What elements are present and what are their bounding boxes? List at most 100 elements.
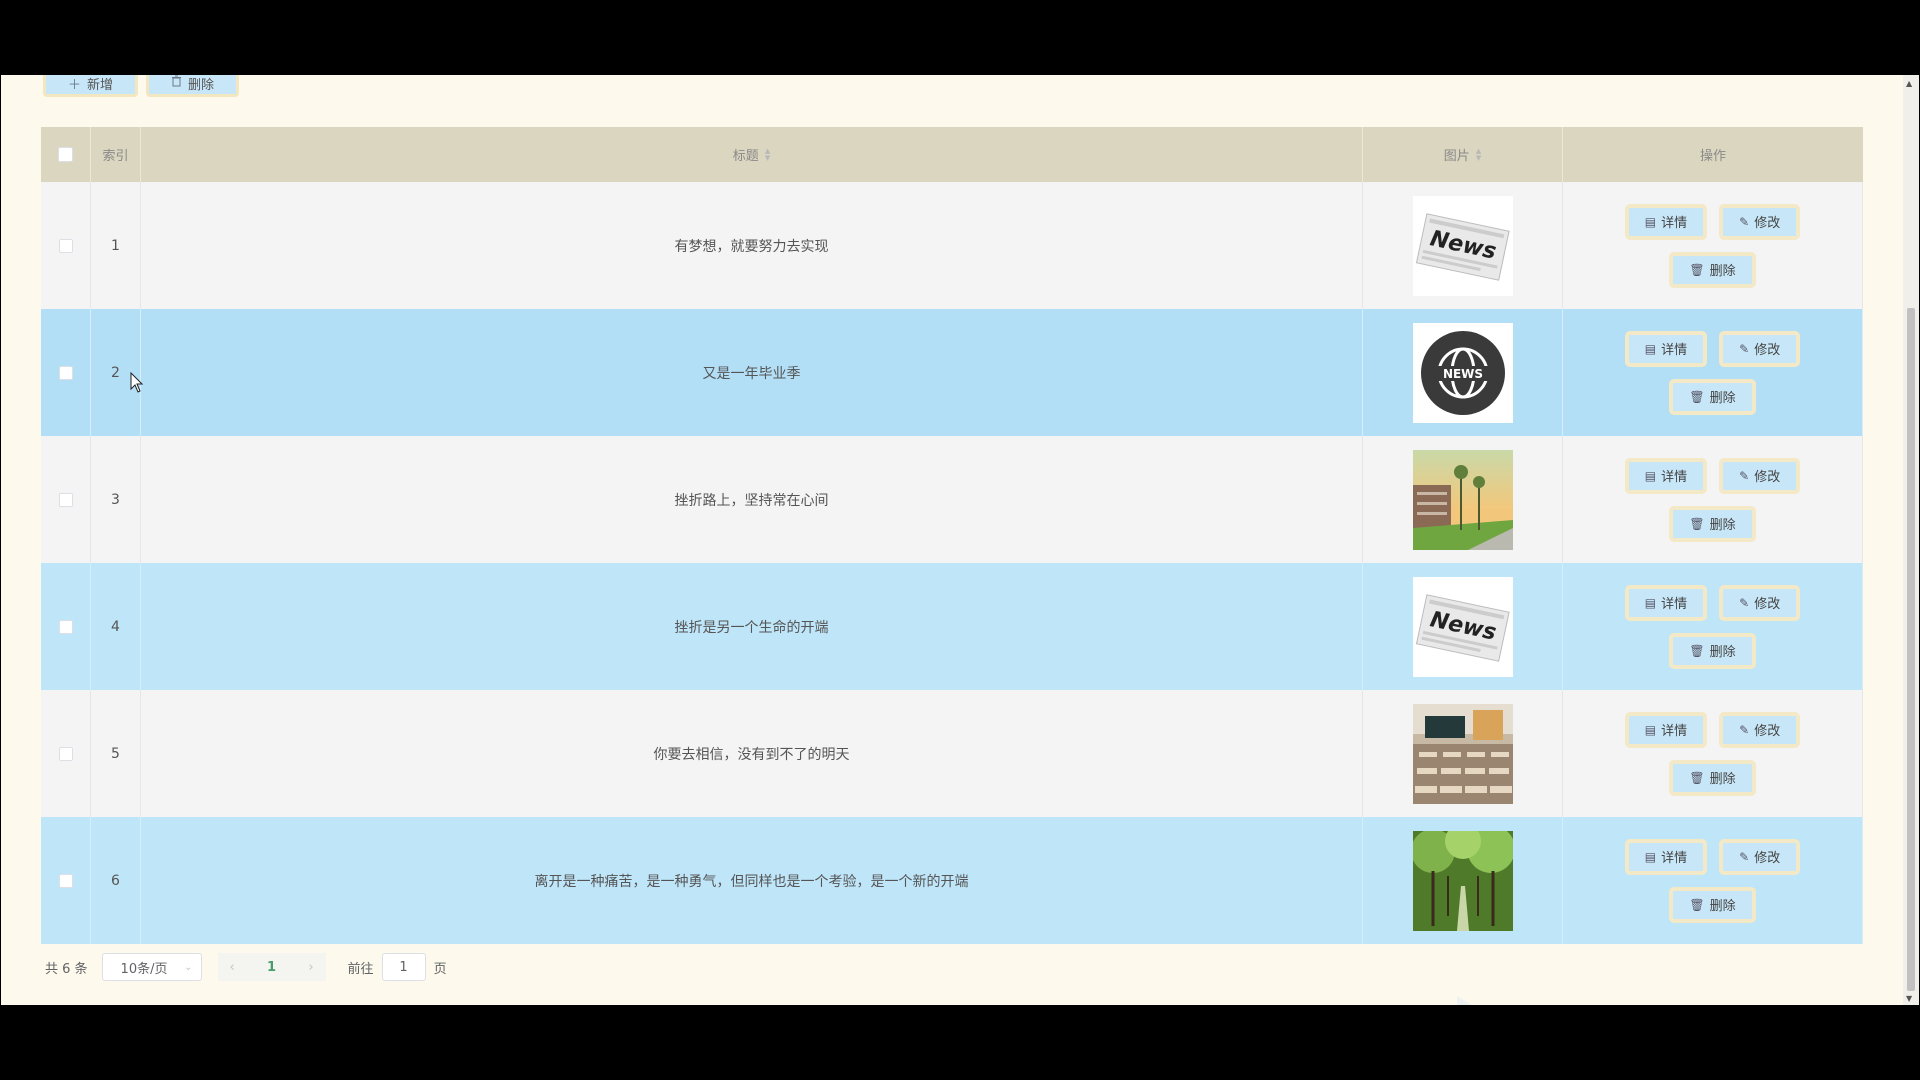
header-image[interactable]: 图片 ▲ ▼ xyxy=(1363,127,1563,182)
detail-button[interactable]: ▤ 详情 xyxy=(1624,711,1708,748)
edit-button[interactable]: ✎ 修改 xyxy=(1719,457,1801,494)
trash-icon: 🗑 xyxy=(1689,262,1705,277)
total-count: 共 6 条 xyxy=(45,961,88,977)
detail-label: 详情 xyxy=(1661,343,1688,358)
next-page-icon[interactable]: › xyxy=(308,960,313,975)
table-row: 5 你要去相信，没有到不了的明天 ▤ 详情 ✎ 修改 🗑 删除 xyxy=(41,690,1863,817)
watermark-text: eV剪辑 xyxy=(1557,987,1796,1005)
header-image-label: 图片 xyxy=(1443,149,1470,164)
select-all-cell xyxy=(41,127,91,182)
row-title: 又是一年毕业季 xyxy=(141,309,1363,436)
news-globe-image[interactable]: NEWS xyxy=(1412,322,1513,423)
document-icon: ▤ xyxy=(1644,341,1657,356)
delete-button[interactable]: 🗑 删除 xyxy=(1669,378,1756,415)
row-checkbox[interactable] xyxy=(58,746,73,761)
table-row: 6 离开是一种痛苦，是一种勇气，但同样也是一个考验，是一个新的开端 ▤ 详情 ✎… xyxy=(41,817,1863,944)
goto-prefix: 前往 xyxy=(347,961,374,977)
pencil-icon: ✎ xyxy=(1739,722,1750,737)
table-row: 3 挫折路上，坚持常在心间 ▤ 详情 ✎ 修改 🗑 删除 xyxy=(41,436,1863,563)
header-actions: 操作 xyxy=(1699,149,1726,164)
delete-button[interactable]: 🗑 删除 xyxy=(1669,632,1756,669)
row-image-cell: News xyxy=(1363,182,1563,309)
svg-text:NEWS: NEWS xyxy=(1442,367,1482,381)
page-size-select[interactable]: 10条/页 ⌄ xyxy=(101,953,202,981)
news-paper-image[interactable]: News xyxy=(1412,576,1513,677)
video-watermark: eV剪辑 xyxy=(1453,987,1796,1005)
header-index: 索引 xyxy=(91,127,141,182)
row-image-cell: News xyxy=(1363,563,1563,690)
row-checkbox[interactable] xyxy=(58,873,73,888)
scrollbar-thumb[interactable] xyxy=(1907,308,1915,991)
detail-button[interactable]: ▤ 详情 xyxy=(1624,838,1708,875)
row-checkbox[interactable] xyxy=(58,619,73,634)
row-title: 有梦想，就要努力去实现 xyxy=(141,182,1363,309)
scroll-up-icon[interactable]: ▲ xyxy=(1906,79,1912,88)
chevron-down-icon: ⌄ xyxy=(184,961,193,973)
pencil-icon: ✎ xyxy=(1739,214,1750,229)
trash-icon: 🗑 xyxy=(1689,643,1705,658)
row-checkbox[interactable] xyxy=(58,238,73,253)
row-select-cell xyxy=(41,817,91,944)
detail-label: 详情 xyxy=(1661,724,1688,739)
table-row: 1 有梦想，就要努力去实现 News ▤ 详情 ✎ 修改 🗑 删除 xyxy=(41,182,1863,309)
tree-path-image[interactable] xyxy=(1412,830,1513,931)
edit-label: 修改 xyxy=(1754,470,1781,485)
delete-label: 删除 xyxy=(1709,391,1736,406)
vertical-scrollbar[interactable]: ▲ ▼ xyxy=(1903,75,1919,1005)
row-actions: ▤ 详情 ✎ 修改 🗑 删除 xyxy=(1563,563,1863,690)
table-row: 2 又是一年毕业季 NEWS ▤ 详情 ✎ 修改 🗑 删除 xyxy=(41,309,1863,436)
add-button[interactable]: ＋ 新增 xyxy=(43,75,139,97)
detail-button[interactable]: ▤ 详情 xyxy=(1624,457,1708,494)
row-checkbox[interactable] xyxy=(58,492,73,507)
row-actions: ▤ 详情 ✎ 修改 🗑 删除 xyxy=(1563,690,1863,817)
edit-label: 修改 xyxy=(1754,597,1781,612)
sort-icon[interactable]: ▲ ▼ xyxy=(765,147,770,162)
classroom-image[interactable] xyxy=(1412,703,1513,804)
edit-button[interactable]: ✎ 修改 xyxy=(1719,330,1801,367)
row-title: 离开是一种痛苦，是一种勇气，但同样也是一个考验，是一个新的开端 xyxy=(141,817,1363,944)
detail-button[interactable]: ▤ 详情 xyxy=(1624,584,1708,621)
delete-button[interactable]: 🗑 删除 xyxy=(1669,505,1756,542)
scroll-down-icon[interactable]: ▼ xyxy=(1906,994,1912,1003)
document-icon: ▤ xyxy=(1644,849,1657,864)
page-size-value: 10条/页 xyxy=(120,961,168,977)
detail-button[interactable]: ▤ 详情 xyxy=(1624,203,1708,240)
mouse-cursor-icon xyxy=(130,372,144,393)
trash-icon: 🗑 xyxy=(1689,389,1705,404)
row-title: 你要去相信，没有到不了的明天 xyxy=(141,690,1363,817)
page-viewport: ＋ 新增 删除 索引 标题 ▲ ▼ 图片 ▲ ▼ 操作 1 有梦想，就要努力去实… xyxy=(1,75,1919,1005)
goto-page-input[interactable]: 1 xyxy=(381,953,426,981)
edit-button[interactable]: ✎ 修改 xyxy=(1719,711,1801,748)
detail-label: 详情 xyxy=(1661,470,1688,485)
document-icon: ▤ xyxy=(1644,468,1657,483)
plus-icon: ＋ xyxy=(68,77,82,93)
news-paper-image[interactable]: News xyxy=(1412,195,1513,296)
table-row: 4 挫折是另一个生命的开端 News ▤ 详情 ✎ 修改 🗑 删除 xyxy=(41,563,1863,690)
edit-button[interactable]: ✎ 修改 xyxy=(1719,838,1801,875)
data-table: 索引 标题 ▲ ▼ 图片 ▲ ▼ 操作 1 有梦想，就要努力去实现 News ▤… xyxy=(41,127,1863,944)
play-logo-icon xyxy=(1457,995,1472,1005)
row-select-cell xyxy=(41,182,91,309)
row-select-cell xyxy=(41,309,91,436)
add-button-label: 新增 xyxy=(87,77,114,93)
video-letterbox-bottom xyxy=(0,1005,1920,1080)
detail-label: 详情 xyxy=(1661,597,1688,612)
delete-button[interactable]: 🗑 删除 xyxy=(1669,886,1756,923)
select-all-checkbox[interactable] xyxy=(58,147,73,162)
delete-button[interactable]: 🗑 删除 xyxy=(1669,251,1756,288)
batch-delete-button[interactable]: 删除 xyxy=(146,75,240,97)
prev-page-icon[interactable]: ‹ xyxy=(230,960,235,975)
page-number[interactable]: 1 xyxy=(267,960,276,975)
detail-button[interactable]: ▤ 详情 xyxy=(1624,330,1708,367)
edit-button[interactable]: ✎ 修改 xyxy=(1719,203,1801,240)
campus-building-image[interactable] xyxy=(1412,449,1513,550)
trash-icon: 🗑 xyxy=(1689,897,1705,912)
edit-button[interactable]: ✎ 修改 xyxy=(1719,584,1801,621)
pencil-icon: ✎ xyxy=(1739,341,1750,356)
table-header: 索引 标题 ▲ ▼ 图片 ▲ ▼ 操作 xyxy=(41,127,1863,182)
header-title[interactable]: 标题 ▲ ▼ xyxy=(141,127,1363,182)
goto-page: 前往 1 页 xyxy=(348,953,447,981)
sort-icon[interactable]: ▲ ▼ xyxy=(1476,147,1481,162)
row-checkbox[interactable] xyxy=(58,365,73,380)
delete-button[interactable]: 🗑 删除 xyxy=(1669,759,1756,796)
